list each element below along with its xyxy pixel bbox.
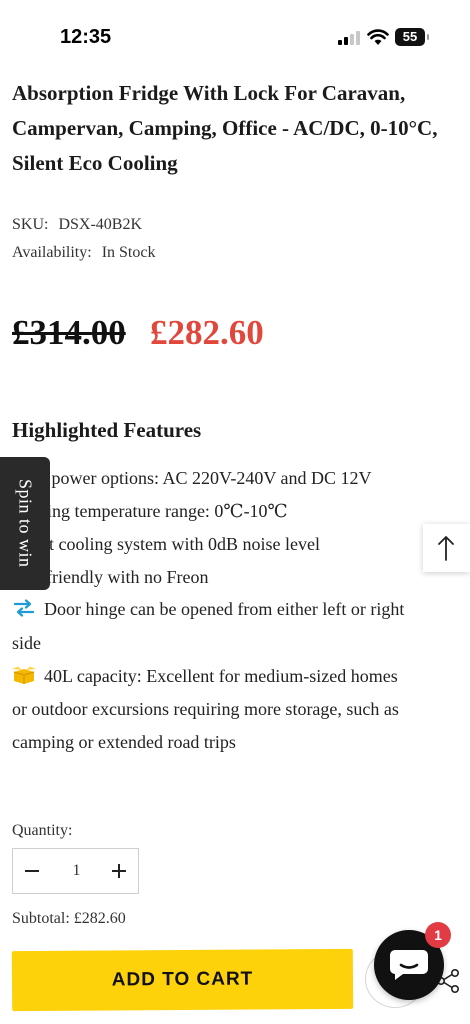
spin-to-win-tab[interactable]: Spin to win (0, 457, 50, 590)
quantity-value[interactable]: 1 (55, 849, 98, 893)
product-title: Absorption Fridge With Lock For Caravan,… (12, 81, 438, 175)
quantity-label: Quantity: (12, 822, 73, 839)
features-heading: Highlighted Features (12, 418, 202, 442)
swap-arrows-icon (12, 599, 36, 617)
feature-text: Door hinge can be opened from either lef… (44, 599, 405, 619)
decrease-quantity-button[interactable] (13, 849, 51, 893)
sku-label: SKU: (12, 216, 49, 233)
scroll-to-top-button[interactable] (423, 524, 470, 572)
add-to-cart-button[interactable]: ADD TO CART (11, 948, 354, 1012)
feature-item-continued: camping or extended road trips (12, 732, 236, 753)
availability-label: Availability: (12, 244, 92, 261)
feature-item: Dual power options: AC 220V-240V and DC … (12, 468, 372, 489)
sku-row: SKU: DSX-40B2K (12, 216, 142, 234)
feature-item: 40L capacity: Excellent for medium-sized… (12, 666, 398, 687)
feature-text: or outdoor excursions requiring more sto… (12, 699, 399, 719)
sku-value: DSX-40B2K (58, 216, 143, 233)
feature-text: Cooling temperature range: 0℃-10℃ (12, 501, 288, 521)
feature-text: 40L capacity: Excellent for medium-sized… (44, 666, 398, 686)
sale-price: £282.60 (150, 313, 264, 352)
feature-item: Cooling temperature range: 0℃-10℃ (12, 501, 288, 522)
availability-value: In Stock (101, 244, 156, 261)
feature-text: side (12, 633, 41, 653)
feature-item-continued: or outdoor excursions requiring more sto… (12, 699, 399, 720)
plus-icon (112, 864, 126, 878)
feature-text: camping or extended road trips (12, 732, 236, 752)
wifi-icon (367, 29, 389, 45)
notification-badge: 1 (425, 922, 451, 948)
minus-icon (25, 870, 39, 872)
feature-item-continued: side (12, 633, 41, 654)
feature-item: Silent cooling system with 0dB noise lev… (12, 534, 320, 555)
feature-item: Door hinge can be opened from either lef… (12, 599, 404, 620)
status-bar: 12:35 55 (0, 0, 470, 70)
feature-text: Dual power options: AC 220V-240V and DC … (12, 468, 372, 488)
signal-icon (338, 31, 360, 45)
status-time: 12:35 (60, 26, 112, 48)
box-icon (12, 666, 36, 684)
battery-icon: 55 (395, 28, 429, 46)
increase-quantity-button[interactable] (100, 849, 138, 893)
arrow-up-icon (438, 536, 454, 561)
subtotal: Subtotal: £282.60 (12, 910, 126, 927)
feature-text: Silent cooling system with 0dB noise lev… (12, 534, 320, 554)
spin-to-win-label: Spin to win (15, 479, 36, 568)
chat-bubble-icon (390, 950, 428, 980)
original-price: £314.00 (12, 313, 126, 352)
quantity-stepper: 1 (12, 848, 139, 894)
availability-row: Availability: In Stock (12, 244, 155, 262)
